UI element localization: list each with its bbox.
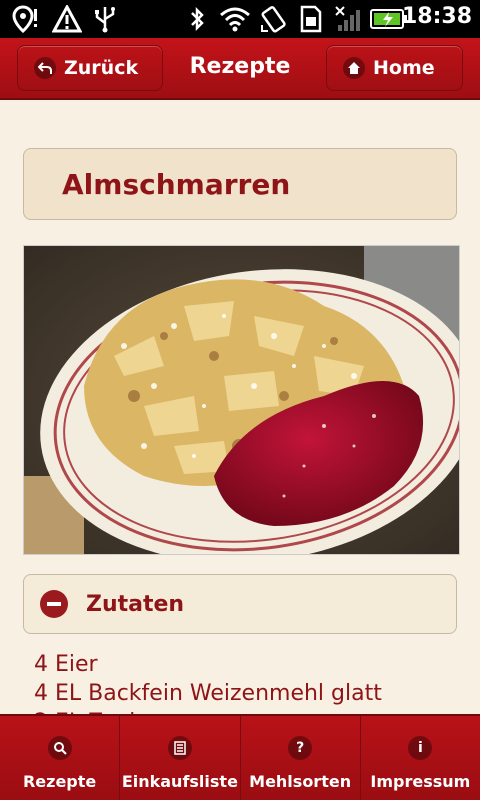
list-icon (167, 736, 192, 760)
clock: 18:38 (401, 4, 472, 29)
home-button[interactable]: Home (326, 45, 463, 91)
back-arrow-icon (34, 57, 56, 79)
recipe-title: Almschmarren (62, 167, 291, 201)
warning-icon (52, 5, 82, 33)
search-icon (47, 736, 72, 760)
ingredients-section-header[interactable]: Zutaten (23, 574, 457, 634)
tab-label: Einkaufsliste (121, 772, 238, 791)
collapse-icon (40, 590, 68, 618)
tab-label: Impressum (370, 772, 471, 791)
question-icon: ? (288, 736, 313, 760)
ingredient-item: 4 EL Backfein Weizenmehl glatt (34, 681, 382, 706)
back-label: Zurück (64, 57, 139, 79)
info-icon: i (408, 736, 433, 760)
bottom-tab-bar: Rezepte Einkaufsliste ? Mehlsorten i Imp… (0, 714, 480, 800)
back-button[interactable]: Zurück (17, 45, 163, 91)
recipe-photo (23, 245, 460, 555)
sim-icon (298, 5, 324, 33)
status-bar: 18:38 (0, 0, 480, 38)
home-label: Home (373, 57, 435, 79)
wifi-icon (218, 5, 252, 33)
tab-mehlsorten[interactable]: ? Mehlsorten (239, 716, 360, 800)
tab-impressum[interactable]: i Impressum (359, 716, 480, 800)
section-title: Zutaten (86, 591, 185, 617)
tab-label: Rezepte (22, 772, 97, 791)
signal-icon (334, 5, 364, 33)
app-header: Zurück Rezepte Home (0, 38, 480, 100)
tab-einkaufsliste[interactable]: Einkaufsliste (119, 716, 239, 800)
home-icon (343, 57, 365, 79)
tab-label: Mehlsorten (249, 772, 352, 791)
tab-rezepte[interactable]: Rezepte (0, 716, 119, 800)
location-icon (10, 5, 40, 33)
usb-icon (92, 5, 118, 33)
recipe-title-card: Almschmarren (23, 148, 457, 220)
rotate-icon (258, 5, 290, 33)
bluetooth-icon (186, 5, 208, 33)
ingredient-item: 4 Eier (34, 652, 98, 677)
